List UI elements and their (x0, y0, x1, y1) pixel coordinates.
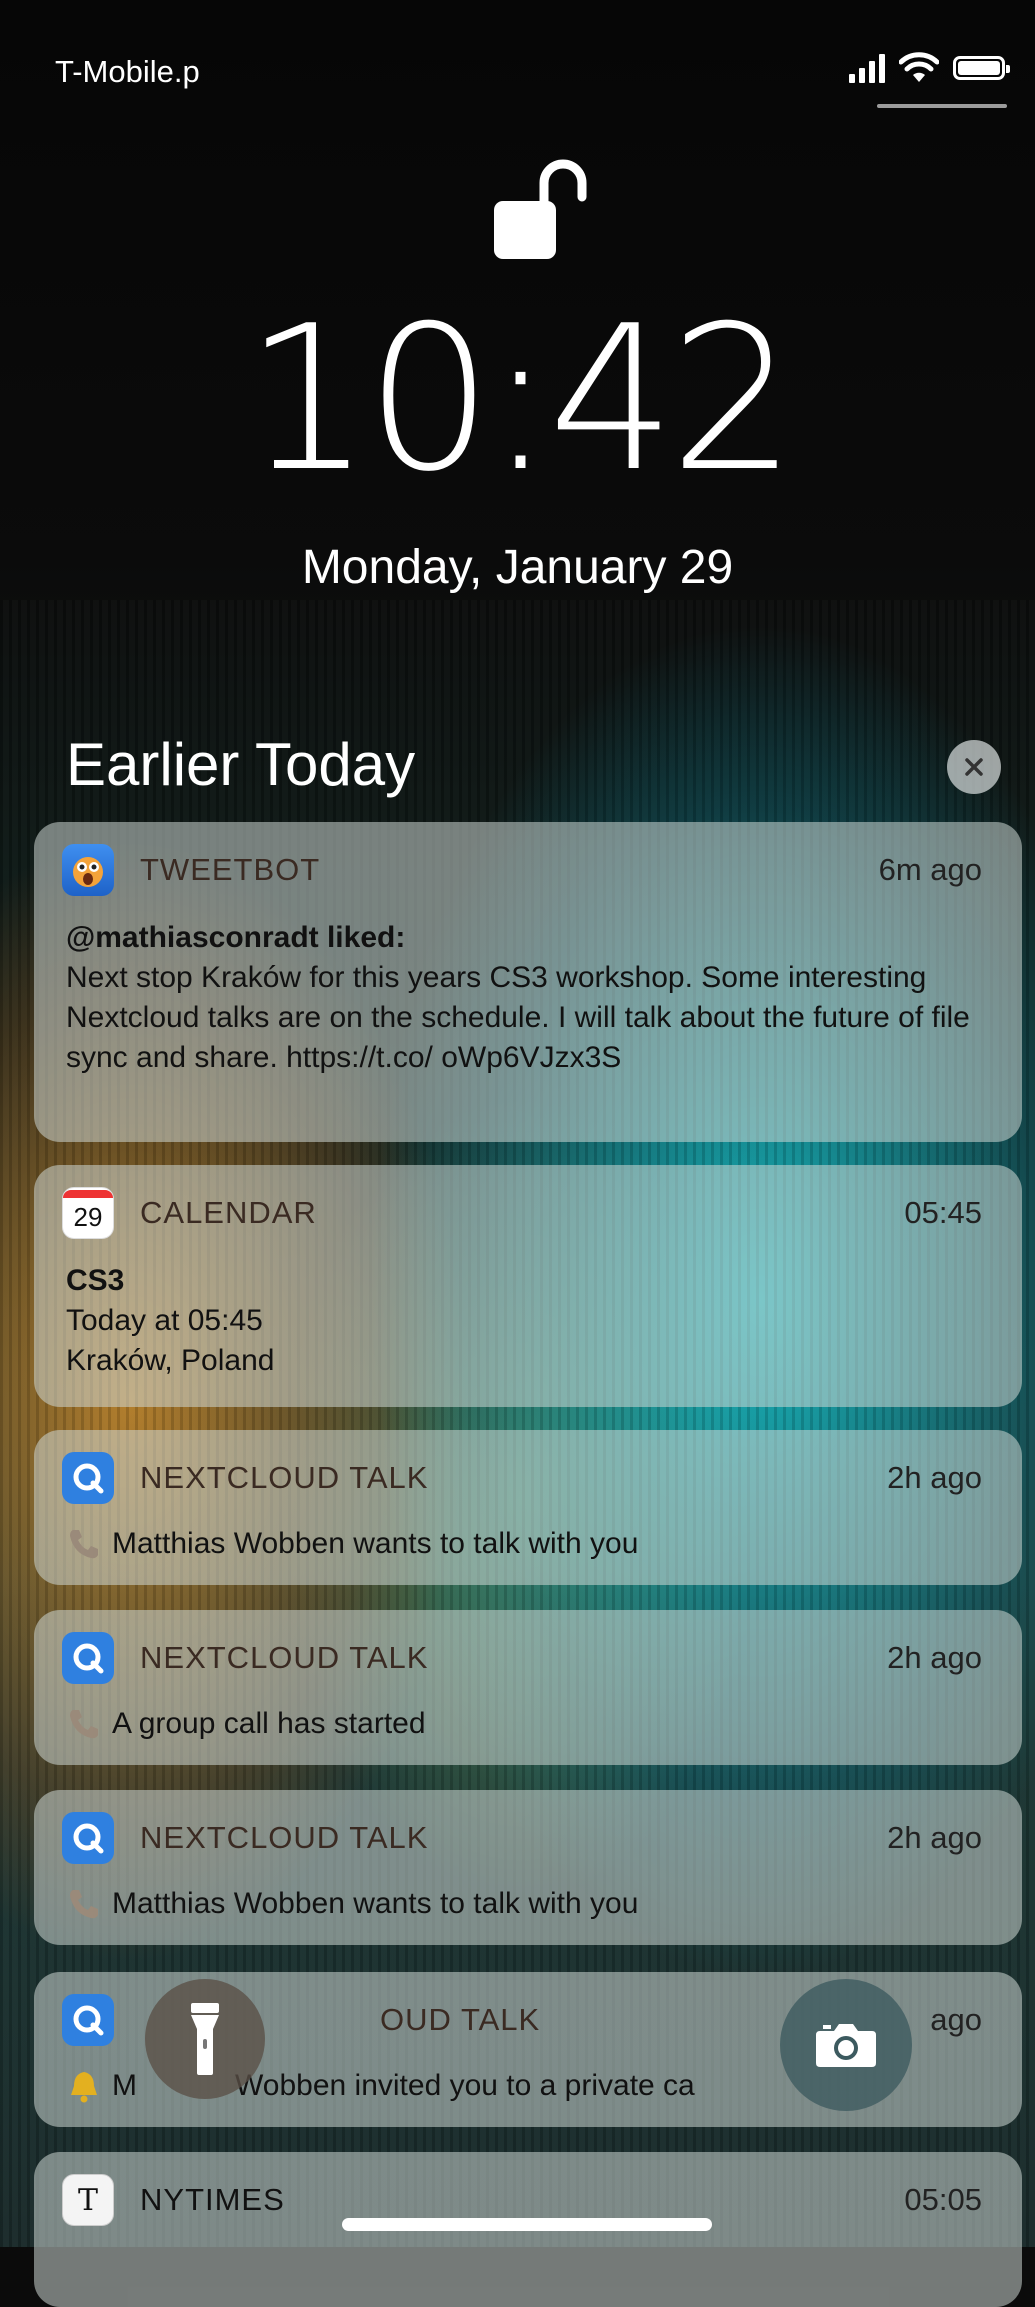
notification-time: 2h ago (887, 1820, 982, 1855)
battery-icon (953, 56, 1010, 80)
control-center-indicator[interactable] (877, 104, 1007, 108)
event-location: Kraków, Poland (66, 1344, 275, 1377)
notification-card-calendar[interactable]: 29 CALENDAR 05:45 CS3 Today at 05:45 Kra… (34, 1165, 1022, 1407)
flashlight-icon (191, 2003, 219, 2075)
tweetbot-app-icon (62, 844, 114, 896)
notification-title: @mathiasconradt liked: (66, 921, 406, 954)
notification-time: 6m ago (878, 852, 982, 887)
notification-time: 05:45 (904, 1195, 982, 1230)
notification-card-nextcloud-talk[interactable]: NEXTCLOUD TALK 2h ago A group call has s… (34, 1610, 1022, 1765)
notification-card-nextcloud-talk[interactable]: NEXTCLOUD TALK 2h ago Matthias Wobben wa… (34, 1790, 1022, 1945)
notification-title: CS3 (66, 1264, 125, 1297)
nextcloud-talk-app-icon (62, 1994, 114, 2046)
event-time: Today at 05:45 (66, 1304, 263, 1337)
cellular-signal-icon (849, 53, 885, 83)
app-name: NEXTCLOUD TALK (140, 1640, 429, 1675)
notification-card-nextcloud-talk[interactable]: NEXTCLOUD TALK 2h ago Matthias Wobben wa… (34, 1430, 1022, 1585)
notification-card-tweetbot[interactable]: TWEETBOT 6m ago @mathiasconradt liked: N… (34, 822, 1022, 1142)
notification-message: Matthias Wobben wants to talk with you (112, 1527, 639, 1560)
nytimes-logo-glyph: T (77, 2182, 98, 2218)
calendar-app-icon: 29 (62, 1187, 114, 1239)
flashlight-button[interactable] (145, 1979, 265, 2099)
close-icon (965, 758, 983, 776)
home-indicator[interactable] (342, 2218, 712, 2231)
phone-icon (70, 1530, 98, 1559)
app-name: NYTIMES (140, 2182, 285, 2217)
notification-header: 29 CALENDAR 05:45 (62, 1187, 982, 1239)
notification-header: TWEETBOT 6m ago (62, 844, 982, 896)
notification-time-fragment: ago (930, 2002, 982, 2037)
notification-body: Matthias Wobben wants to talk with you (66, 1524, 986, 1564)
app-name: TWEETBOT (140, 852, 321, 887)
app-name: NEXTCLOUD TALK (140, 1820, 429, 1855)
bell-icon (71, 2072, 97, 2103)
notification-time: 2h ago (887, 1460, 982, 1495)
phone-icon (70, 1890, 98, 1919)
app-name: NEXTCLOUD TALK (140, 1460, 429, 1495)
camera-button[interactable] (780, 1979, 912, 2111)
camera-icon (816, 2024, 876, 2067)
nextcloud-talk-app-icon (62, 1452, 114, 1504)
clear-notifications-button[interactable] (947, 740, 1001, 794)
nextcloud-talk-app-icon (62, 1632, 114, 1684)
lock-screen-clock: 10:42 (244, 283, 796, 516)
notification-body: CS3 Today at 05:45 Kraków, Poland (66, 1261, 986, 1381)
notification-body: Matthias Wobben wants to talk with you (66, 1884, 986, 1924)
notification-message: Next stop Kraków for this years CS3 work… (66, 961, 970, 1074)
phone-icon (70, 1710, 98, 1739)
notification-body: A group call has started (66, 1704, 986, 1744)
notification-time: 05:05 (904, 2182, 982, 2217)
nytimes-app-icon: T (62, 2174, 114, 2226)
carrier-name: T-Mobile.p (55, 54, 200, 89)
app-name: CALENDAR (140, 1195, 317, 1230)
status-icons (849, 52, 1010, 84)
notifications-section-title: Earlier Today (66, 731, 416, 798)
status-bar: T-Mobile.p (0, 0, 1035, 120)
notification-header: NEXTCLOUD TALK 2h ago (62, 1632, 982, 1684)
notification-header: NEXTCLOUD TALK 2h ago (62, 1452, 982, 1504)
notification-message: A group call has started (112, 1707, 426, 1740)
calendar-icon-day: 29 (73, 1202, 103, 1232)
notification-message-fragment: Wobben invited you to a private ca (235, 2069, 695, 2102)
notification-message-prefix: M (112, 2069, 137, 2102)
notification-body: @mathiasconradt liked: Next stop Kraków … (66, 918, 986, 1078)
notification-header: NEXTCLOUD TALK 2h ago (62, 1812, 982, 1864)
notification-message: Matthias Wobben wants to talk with you (112, 1887, 639, 1920)
notification-time: 2h ago (887, 1640, 982, 1675)
lock-screen-date: Monday, January 29 (301, 541, 734, 594)
nextcloud-talk-app-icon (62, 1812, 114, 1864)
unlocked-padlock-icon (494, 159, 587, 259)
wifi-icon (899, 52, 939, 82)
